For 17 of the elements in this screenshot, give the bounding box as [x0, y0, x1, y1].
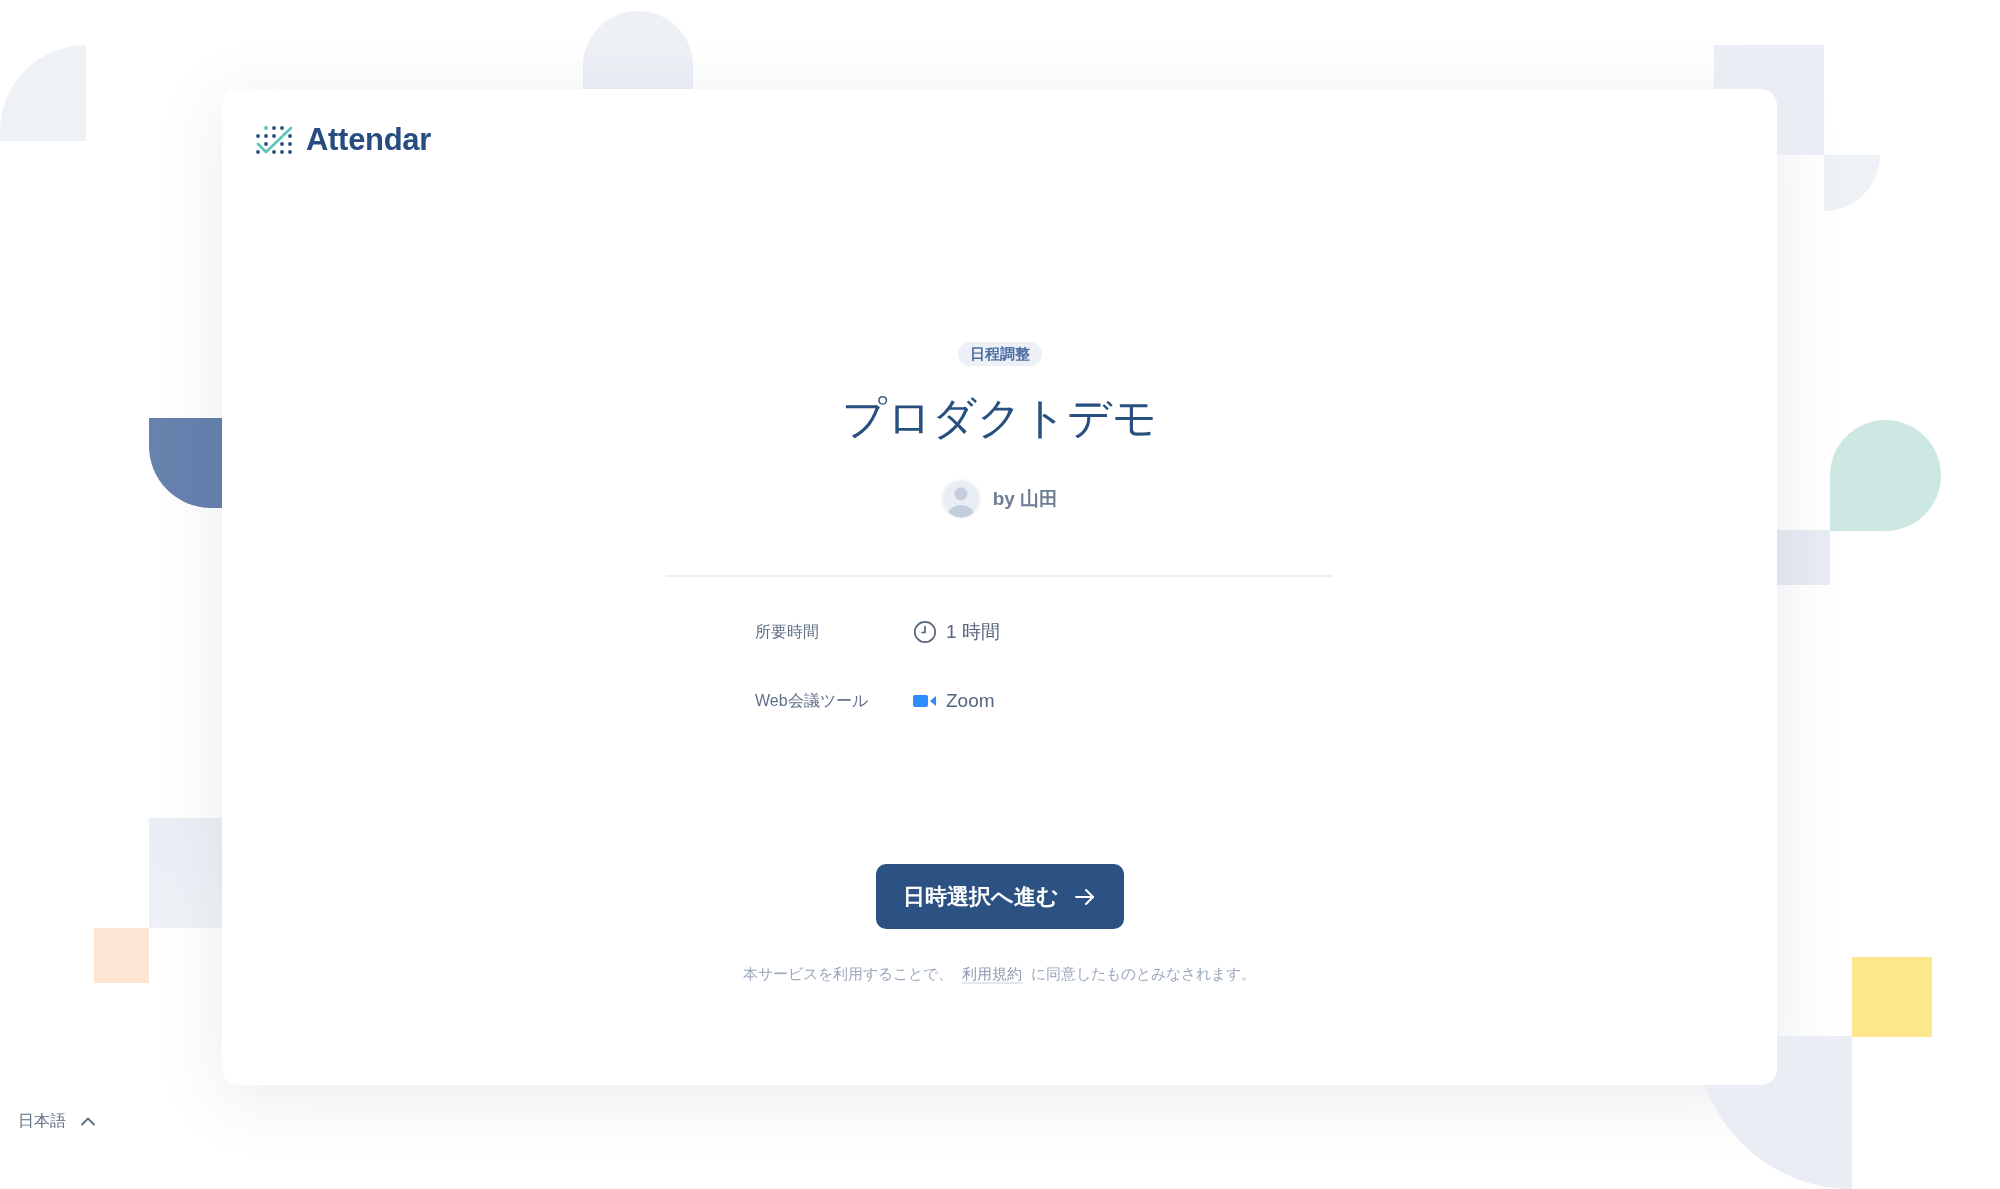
category-badge: 日程調整	[957, 342, 1042, 366]
event-title: プロダクトデモ	[842, 392, 1157, 444]
language-selector[interactable]: 日本語	[18, 1109, 96, 1133]
proceed-button[interactable]: 日時選択へ進む	[875, 864, 1124, 929]
user-avatar-icon	[940, 479, 981, 519]
detail-value: 1 時間	[946, 619, 1000, 644]
clock-icon	[913, 620, 937, 644]
terms-notice: 本サービスを利用することで、 利用規約 に同意したものとみなされます。	[743, 964, 1256, 986]
host-name: by 山田	[992, 486, 1059, 511]
detail-label: 所要時間	[755, 622, 820, 642]
decor-square	[1777, 530, 1830, 585]
detail-value: Zoom	[946, 688, 995, 713]
terms-link[interactable]: 利用規約	[962, 965, 1022, 984]
logo-text: Attendar	[306, 122, 432, 158]
detail-label: Web会議ツール	[755, 691, 869, 711]
video-camera-icon	[913, 694, 937, 708]
chevron-up-icon	[80, 1116, 96, 1126]
